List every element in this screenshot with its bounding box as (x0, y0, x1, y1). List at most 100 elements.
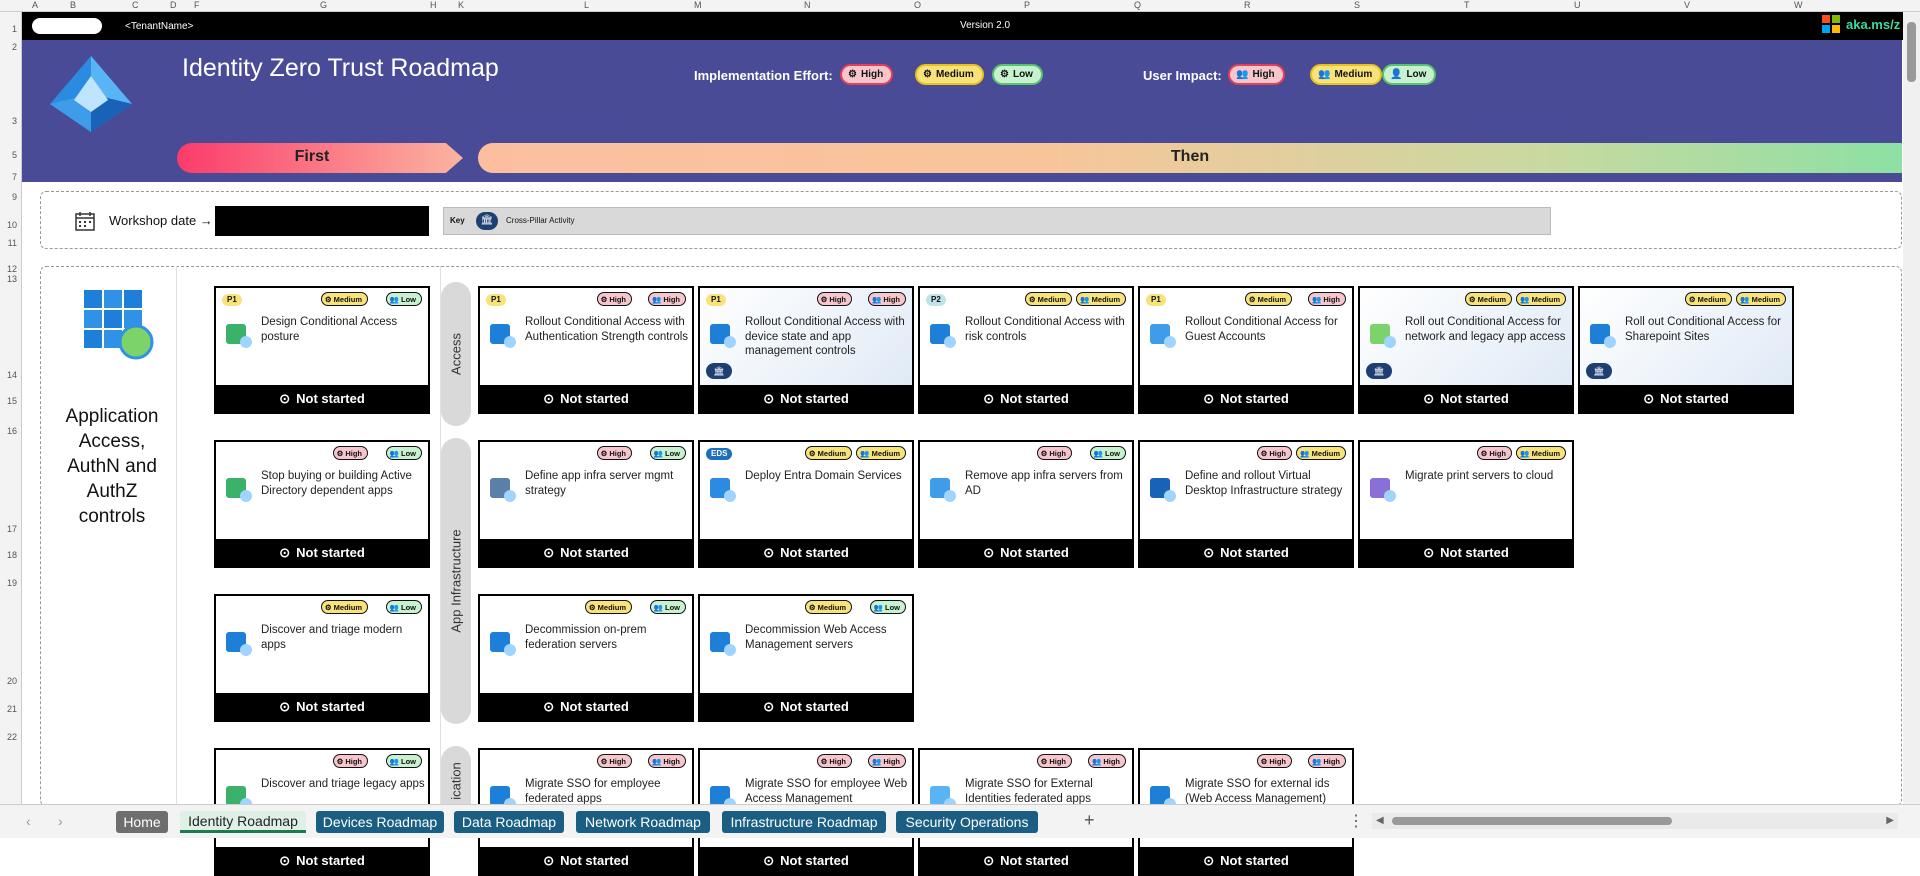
status-button[interactable]: ⊙ Not started (1140, 385, 1352, 412)
col-header[interactable]: P (1024, 0, 1030, 10)
printer-icon (1370, 478, 1396, 502)
row-header[interactable]: 12 (7, 264, 17, 274)
row-header[interactable]: 22 (7, 732, 17, 742)
status-button[interactable]: ⊙ Not started (700, 693, 912, 720)
roadmap-card[interactable]: ⚙ Medium 👥 Low Decommission Web Access Manag… (698, 594, 914, 722)
row-header[interactable]: 17 (7, 524, 17, 534)
col-header[interactable]: H (430, 0, 437, 10)
scrollbar-thumb[interactable] (1907, 22, 1916, 82)
status-button[interactable]: ⊙ Not started (480, 847, 692, 874)
scrollbar-thumb[interactable] (1392, 817, 1672, 825)
status-button[interactable]: ⊙ Not started (700, 847, 912, 874)
status-button[interactable]: ⊙ Not started (216, 539, 428, 566)
roadmap-card[interactable]: ⚙ High 👥 Low Define app infra server mgmt st… (478, 440, 694, 568)
tab-home[interactable]: Home (116, 811, 168, 833)
status-button[interactable]: ⊙ Not started (480, 693, 692, 720)
status-button[interactable]: ⊙ Not started (1360, 539, 1572, 566)
users-icon: 👥 (653, 602, 663, 612)
status-button[interactable]: ⊙ Not started (480, 539, 692, 566)
more-options-icon[interactable]: ⋮ (1348, 811, 1364, 831)
status-button[interactable]: ⊙ Not started (480, 385, 692, 412)
col-header[interactable]: V (1684, 0, 1690, 10)
workshop-date-input[interactable] (215, 206, 429, 236)
tab-identity-roadmap[interactable]: Identity Roadmap (180, 811, 306, 833)
scroll-left-icon[interactable]: ◀ (1376, 815, 1384, 826)
prev-sheet-icon[interactable]: ‹ (26, 813, 31, 829)
row-header[interactable]: 5 (12, 150, 17, 160)
badge-label: High (1269, 448, 1286, 458)
tab-security-operations[interactable]: Security Operations (896, 811, 1038, 833)
status-button[interactable]: ⊙ Not started (700, 385, 912, 412)
col-header[interactable]: L (584, 0, 589, 10)
col-header[interactable]: C (132, 0, 139, 10)
roadmap-card[interactable]: ⚙ High 👥 Medium Define and rollout Virtual D… (1138, 440, 1354, 568)
col-header[interactable]: K (458, 0, 464, 10)
col-header[interactable]: A (32, 0, 38, 10)
roadmap-card[interactable]: ⚙ Medium 👥 Medium Roll out Conditional Acces… (1578, 286, 1794, 414)
row-header[interactable]: 9 (12, 192, 17, 202)
row-header[interactable]: 14 (7, 370, 17, 380)
roadmap-card[interactable]: P1 ⚙ High 👥 High Rollout Conditional Access w… (698, 286, 914, 414)
status-button[interactable]: ⊙ Not started (1140, 539, 1352, 566)
row-header[interactable]: 13 (7, 274, 17, 284)
add-sheet-icon[interactable]: + (1084, 810, 1095, 831)
col-header[interactable]: S (1354, 0, 1360, 10)
horizontal-scrollbar[interactable]: ◀ ▶ (1372, 813, 1898, 829)
row-header[interactable]: 3 (12, 116, 17, 126)
col-header[interactable]: N (804, 0, 811, 10)
col-header[interactable]: B (70, 0, 76, 10)
row-header[interactable]: 15 (7, 396, 17, 406)
status-button[interactable]: ⊙ Not started (216, 847, 428, 874)
roadmap-card[interactable]: ⚙ Medium 👥 Low Decommission on-prem federati… (478, 594, 694, 722)
status-button[interactable]: ⊙ Not started (1580, 385, 1792, 412)
tenant-input[interactable] (32, 18, 102, 34)
impact-badge: 👥 Medium (1296, 446, 1346, 460)
status-button[interactable]: ⊙ Not started (920, 539, 1132, 566)
status-button[interactable]: ⊙ Not started (920, 847, 1132, 874)
status-button[interactable]: ⊙ Not started (216, 693, 428, 720)
roadmap-card[interactable]: P1 ⚙ Medium 👥 High Rollout Conditional Access… (1138, 286, 1354, 414)
tab-data-roadmap[interactable]: Data Roadmap (454, 811, 564, 833)
roadmap-card[interactable]: ⚙ High 👥 Low Stop buying or building Active … (214, 440, 430, 568)
roadmap-card[interactable]: ⚙ Medium 👥 Medium Roll out Conditional Acces… (1358, 286, 1574, 414)
status-button[interactable]: ⊙ Not started (700, 539, 912, 566)
status-button[interactable]: ⊙ Not started (1140, 847, 1352, 874)
col-header[interactable]: G (320, 0, 327, 10)
col-header[interactable]: Q (1134, 0, 1141, 10)
status-button[interactable]: ⊙ Not started (216, 385, 428, 412)
row-header[interactable]: 1 (12, 24, 17, 34)
roadmap-card[interactable]: P2 ⚙ Medium 👥 Medium Rollout Conditional Acce… (918, 286, 1134, 414)
tab-network-roadmap[interactable]: Network Roadmap (576, 811, 710, 833)
roadmap-card[interactable]: ⚙ Medium 👥 Low Discover and triage modern ap… (214, 594, 430, 722)
row-header[interactable]: 18 (7, 550, 17, 560)
col-header[interactable]: M (694, 0, 702, 10)
row-header[interactable]: 10 (7, 220, 17, 230)
col-header[interactable]: U (1574, 0, 1581, 10)
next-sheet-icon[interactable]: › (58, 813, 63, 829)
status-button[interactable]: ⊙ Not started (1360, 385, 1572, 412)
aka-link[interactable]: aka.ms/z (1846, 17, 1900, 32)
row-header[interactable]: 11 (8, 238, 17, 248)
vertical-scrollbar[interactable] (1903, 12, 1920, 804)
row-header[interactable]: 2 (12, 42, 17, 52)
roadmap-card[interactable]: P1 ⚙ Medium 👥 Low Design Conditional Access p… (214, 286, 430, 414)
status-button[interactable]: ⊙ Not started (920, 385, 1132, 412)
roadmap-card[interactable]: P1 ⚙ High 👥 High Rollout Conditional Access w… (478, 286, 694, 414)
col-header[interactable]: O (914, 0, 921, 10)
row-header[interactable]: 20 (7, 676, 17, 686)
col-header[interactable]: D (170, 0, 177, 10)
row-header[interactable]: 19 (7, 578, 17, 588)
tab-devices-roadmap[interactable]: Devices Roadmap (316, 811, 444, 833)
col-header[interactable]: F (194, 0, 200, 10)
col-header[interactable]: T (1464, 0, 1470, 10)
row-header[interactable]: 16 (7, 426, 17, 436)
scroll-right-icon[interactable]: ▶ (1886, 815, 1894, 826)
row-header[interactable]: 7 (12, 172, 17, 182)
roadmap-card[interactable]: ⚙ High 👥 Medium Migrate print servers to clo… (1358, 440, 1574, 568)
col-header[interactable]: R (1244, 0, 1251, 10)
roadmap-card[interactable]: ⚙ High 👥 Low Remove app infra servers from A… (918, 440, 1134, 568)
roadmap-card[interactable]: EDS ⚙ Medium 👥 Medium Deploy Entra Domain Ser… (698, 440, 914, 568)
tab-infrastructure-roadmap[interactable]: Infrastructure Roadmap (722, 811, 886, 833)
row-header[interactable]: 21 (7, 704, 17, 714)
col-header[interactable]: W (1794, 0, 1803, 10)
